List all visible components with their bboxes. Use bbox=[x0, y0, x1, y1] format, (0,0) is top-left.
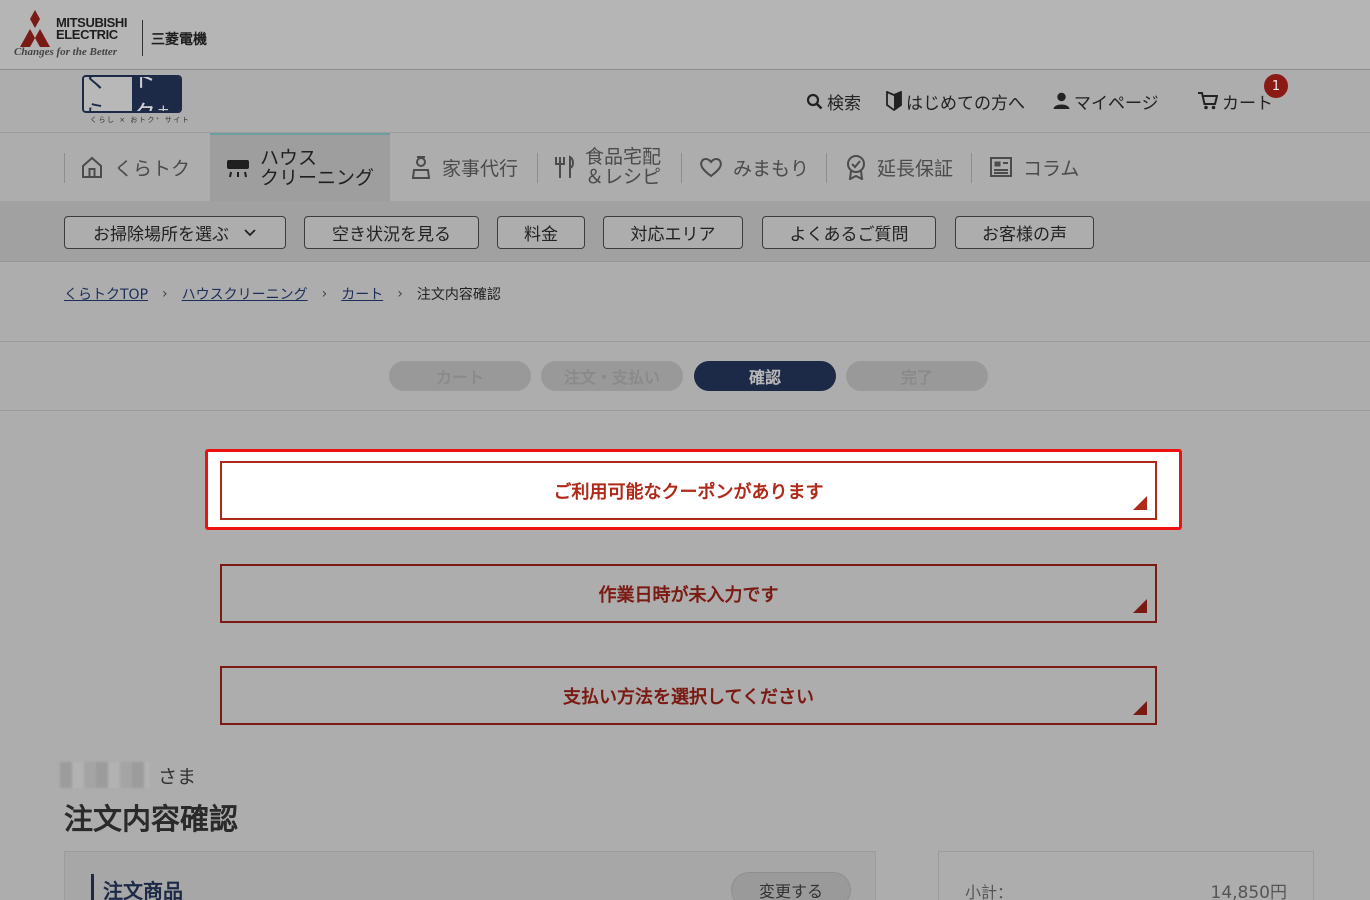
corp-name-jp: 三菱電機 bbox=[151, 32, 207, 48]
order-items-title: 注文商品 bbox=[103, 879, 183, 900]
order-summary-card: 小計： 14,850円 bbox=[938, 851, 1314, 900]
kuratoku-logo[interactable]: くら トク⁺ くらし × おトク⁺ サイト bbox=[82, 75, 189, 124]
breadcrumb: くらトクTOP › ハウスクリーニング › カート › 注文内容確認 bbox=[64, 284, 501, 304]
nav-item-house-cleaning[interactable]: ハウス クリーニング bbox=[210, 133, 390, 201]
subtotal-value: 14,850円 bbox=[1210, 883, 1287, 900]
main-nav: くらトク ハウス クリーニング 家事代行 食品宅配 ＆レシピ みまもり 延長保証… bbox=[0, 133, 1370, 201]
nav-item-column[interactable]: コラム bbox=[989, 133, 1079, 201]
faq-button[interactable]: よくあるご質問 bbox=[762, 216, 936, 249]
beginner-mark-icon bbox=[886, 91, 902, 111]
coupon-alert-button[interactable]: ご利用可能なクーポンがあります bbox=[220, 461, 1157, 520]
cart-link[interactable]: カート bbox=[1198, 90, 1273, 114]
change-button[interactable]: 変更する bbox=[731, 872, 851, 900]
step-confirm: 確認 bbox=[694, 361, 836, 391]
availability-button[interactable]: 空き状況を見る bbox=[304, 216, 479, 249]
mitsubishi-logo-icon bbox=[20, 10, 50, 47]
beginners-link[interactable]: はじめての方へ bbox=[886, 90, 1025, 114]
breadcrumb-top-link[interactable]: くらトクTOP bbox=[64, 284, 148, 304]
nav-item-watch[interactable]: みまもり bbox=[699, 133, 809, 201]
select-place-dropdown[interactable]: お掃除場所を選ぶ bbox=[64, 216, 286, 249]
mypage-link[interactable]: マイページ bbox=[1053, 90, 1159, 114]
fork-knife-icon bbox=[555, 155, 574, 178]
cleaning-staff-icon bbox=[411, 156, 431, 179]
user-name-redacted bbox=[60, 762, 150, 788]
price-button[interactable]: 料金 bbox=[497, 216, 585, 249]
logo-text-right: トク⁺ bbox=[132, 77, 180, 111]
corner-triangle-icon bbox=[1133, 701, 1147, 715]
chevron-down-icon bbox=[244, 229, 256, 237]
logo-subtitle: くらし × おトク⁺ サイト bbox=[90, 116, 191, 124]
user-honorific: さま bbox=[158, 766, 197, 788]
customer-voice-button[interactable]: お客様の声 bbox=[955, 216, 1094, 249]
payment-alert-button[interactable]: 支払い方法を選択してください bbox=[220, 666, 1157, 725]
step-order-payment: 注文・支払い bbox=[541, 361, 683, 391]
corner-triangle-icon bbox=[1133, 496, 1147, 510]
subtotal-label: 小計： bbox=[965, 883, 1014, 900]
search-link[interactable]: 検索 bbox=[806, 90, 861, 114]
search-icon bbox=[806, 93, 823, 109]
breadcrumb-house-link[interactable]: ハウスクリーニング bbox=[182, 284, 308, 304]
home-icon bbox=[82, 156, 102, 178]
air-conditioner-icon bbox=[227, 160, 249, 178]
user-icon bbox=[1053, 92, 1070, 109]
area-button[interactable]: 対応エリア bbox=[603, 216, 743, 249]
divider bbox=[0, 410, 1370, 411]
cart-icon bbox=[1198, 92, 1218, 110]
cart-count-badge: 1 bbox=[1264, 74, 1288, 98]
breadcrumb-current: 注文内容確認 bbox=[416, 287, 501, 303]
logo-divider bbox=[142, 20, 143, 56]
step-cart: カート bbox=[389, 361, 531, 391]
divider bbox=[0, 341, 1370, 342]
nav-item-housework[interactable]: 家事代行 bbox=[410, 133, 518, 201]
step-complete: 完了 bbox=[846, 361, 988, 391]
award-badge-icon bbox=[847, 155, 865, 180]
newspaper-icon bbox=[990, 157, 1012, 177]
logo-text-left: くら bbox=[84, 77, 132, 111]
breadcrumb-cart-link[interactable]: カート bbox=[341, 284, 383, 304]
sub-nav: お掃除場所を選ぶ 空き状況を見る 料金 対応エリア よくあるご質問 お客様の声 bbox=[0, 201, 1370, 262]
heart-icon bbox=[700, 158, 722, 178]
corporate-bar: MITSUBISHI ELECTRIC Changes for the Bett… bbox=[0, 0, 1370, 70]
corner-triangle-icon bbox=[1133, 599, 1147, 613]
nav-item-kuratoku[interactable]: くらトク bbox=[80, 133, 208, 201]
datetime-alert-button[interactable]: 作業日時が未入力です bbox=[220, 564, 1157, 623]
nav-item-food-delivery[interactable]: 食品宅配 ＆レシピ bbox=[555, 133, 661, 201]
page-title: 注文内容確認 bbox=[64, 802, 239, 836]
nav-item-warranty[interactable]: 延長保証 bbox=[845, 133, 953, 201]
corp-name-en: MITSUBISHI ELECTRIC bbox=[56, 15, 128, 42]
corp-slogan: Changes for the Better bbox=[14, 46, 117, 58]
site-header: くら トク⁺ くらし × おトク⁺ サイト 検索 はじめての方へ マイページ カ… bbox=[0, 70, 1370, 133]
order-items-card: 注文商品 変更する bbox=[64, 851, 876, 900]
